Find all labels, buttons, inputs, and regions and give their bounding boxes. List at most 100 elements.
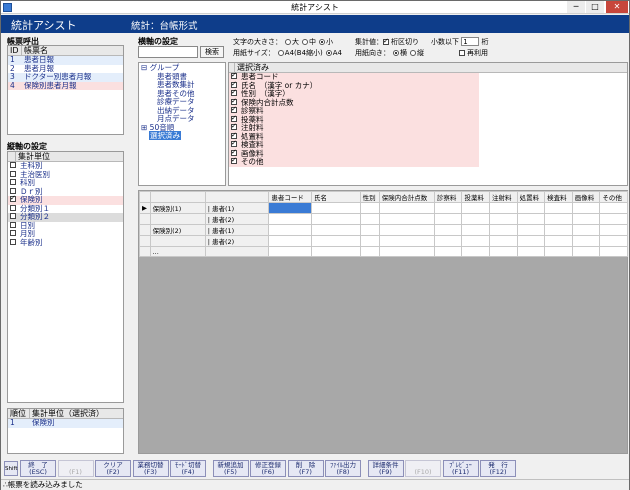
grid-column-header[interactable]: 性別 [359,191,380,203]
table-row[interactable]: | 患者(2) [139,213,628,225]
item-checkbox[interactable] [231,114,237,122]
unit-checkbox[interactable] [10,204,16,211]
title-bar[interactable]: 統計アシスト ─ □ ✕ [1,1,629,14]
grid-cell[interactable] [359,246,380,257]
grid-column-header[interactable]: 投薬料 [461,191,491,203]
grid-cell[interactable] [599,224,628,236]
unit-checkbox[interactable] [10,230,16,236]
grid-cell[interactable] [489,202,518,214]
radio-landscape[interactable] [393,50,399,56]
grid-column-header[interactable]: 患者コード [268,191,312,203]
grid-cell[interactable] [268,224,312,236]
grid-cell[interactable] [461,235,491,247]
grid-cell[interactable] [571,202,601,214]
list-item-selected[interactable]: 4 保険別患者月報 [8,81,123,90]
unit-checkbox[interactable] [10,221,16,228]
grid-cell[interactable] [378,202,435,214]
function-key-f6[interactable]: 修正登録 (F6) [250,460,286,477]
selected-item[interactable]: 診察料 [229,105,479,116]
radio-paper-a4-b4[interactable] [277,50,284,56]
grid-cell[interactable] [268,246,312,257]
radio-font-medium[interactable] [302,39,308,45]
grid-cell[interactable] [571,224,601,236]
grid-cell[interactable] [378,246,435,257]
report-list[interactable]: ID 帳票名 1 患者日報 2 患者月報 3 ドクター別患者月報 4 保険別患者… [7,45,124,135]
selected-item[interactable]: その他 [229,156,479,167]
grid-cell[interactable] [461,202,491,214]
grid-cell[interactable] [359,213,380,225]
grid-cell[interactable] [516,202,546,214]
selected-item[interactable]: 検査料 [229,139,479,150]
grid-cell[interactable] [544,202,573,214]
tree-node-selected[interactable]: 選択済み [141,131,223,141]
maximize-button[interactable]: □ [586,1,604,13]
search-input[interactable] [138,46,198,58]
item-checkbox[interactable] [231,131,237,139]
item-checkbox[interactable] [231,148,237,156]
item-checkbox[interactable] [231,139,237,148]
grid-cell[interactable] [433,235,463,247]
grid-cell[interactable] [544,246,573,257]
grid-cell[interactable] [310,224,361,236]
grid-cell[interactable] [461,213,491,225]
radio-font-large[interactable] [285,39,291,45]
radio-font-small[interactable] [319,39,325,45]
grid-column-header[interactable]: その他 [599,191,628,203]
grid-column-header[interactable]: 画像料 [571,191,601,203]
item-checkbox[interactable] [231,97,237,105]
grid-cell[interactable] [378,213,435,225]
grid-column-header[interactable]: 注射料 [489,191,518,203]
selected-item[interactable]: 注射料 [229,122,479,133]
grid-cell[interactable] [433,213,463,225]
function-key-f5[interactable]: 新規追加 (F5) [212,460,249,477]
grid-cell[interactable] [359,235,380,247]
item-checkbox[interactable] [231,71,237,80]
grid-cell[interactable] [310,235,361,247]
function-key-f9[interactable]: 詳細条件 (F9) [367,460,404,477]
grid-cell[interactable] [378,224,435,236]
selected-items-panel[interactable]: 選択済み 患者コード氏名 （漢字 or カナ）性別 （漢字）保険内合計点数診察料… [228,62,628,186]
item-checkbox[interactable] [231,122,237,131]
unit-checkbox[interactable] [10,238,16,245]
grid-cell[interactable] [310,213,361,225]
grid-cell[interactable] [489,246,518,257]
preview-grid[interactable]: 患者コード 氏名 性別 保険内合計点数 診察料 投薬料 注射料 処置料 検査料 画像料 その他 ▶ 保… [138,190,628,454]
unit-checkbox[interactable] [10,162,16,168]
function-key-f4[interactable]: ﾓｰﾄﾞ切替 (F4) [170,460,206,477]
grid-cell[interactable] [599,235,628,247]
grid-cell[interactable] [359,224,380,236]
grid-cell[interactable] [489,213,518,225]
close-button[interactable]: ✕ [606,1,628,13]
grid-cell[interactable] [544,213,573,225]
unit-checkbox[interactable] [10,213,16,219]
selected-item[interactable]: 投薬料 [229,114,479,124]
grid-cell[interactable] [310,246,361,257]
grid-column-header[interactable]: 処置料 [516,191,546,203]
reuse-checkbox[interactable] [459,50,465,56]
search-button[interactable]: 検索 [200,46,224,58]
unit-checkbox[interactable] [10,170,16,177]
grid-cell[interactable] [433,202,463,214]
function-key-f11[interactable]: ﾌﾟﾚﾋﾞｭｰ (F11) [442,460,479,477]
function-key-f8[interactable]: ﾌｧｲﾙ出力 (F8) [325,460,361,477]
grid-cell[interactable] [516,246,546,257]
minimize-button[interactable]: ─ [567,1,585,13]
grid-cell[interactable] [516,224,546,236]
grid-cell[interactable] [268,235,312,247]
grid-cell[interactable] [433,224,463,236]
function-key-f2[interactable]: クリア (F2) [95,460,131,477]
grid-cell[interactable] [268,202,312,214]
grid-cell[interactable] [544,224,573,236]
grid-cell[interactable] [461,246,491,257]
grid-cell[interactable] [516,235,546,247]
grid-cell[interactable] [599,246,628,257]
grid-column-header[interactable]: 検査料 [544,191,573,203]
unit-checkbox[interactable] [10,179,16,185]
grid-cell[interactable] [571,213,601,225]
grid-cell[interactable] [268,213,312,225]
selected-item[interactable]: 処置料 [229,131,479,141]
table-row[interactable]: 保険別(2) | 患者(1) [139,224,628,236]
comma-checkbox[interactable] [383,37,389,45]
grid-cell[interactable] [489,224,518,236]
grid-cell[interactable] [359,202,380,214]
